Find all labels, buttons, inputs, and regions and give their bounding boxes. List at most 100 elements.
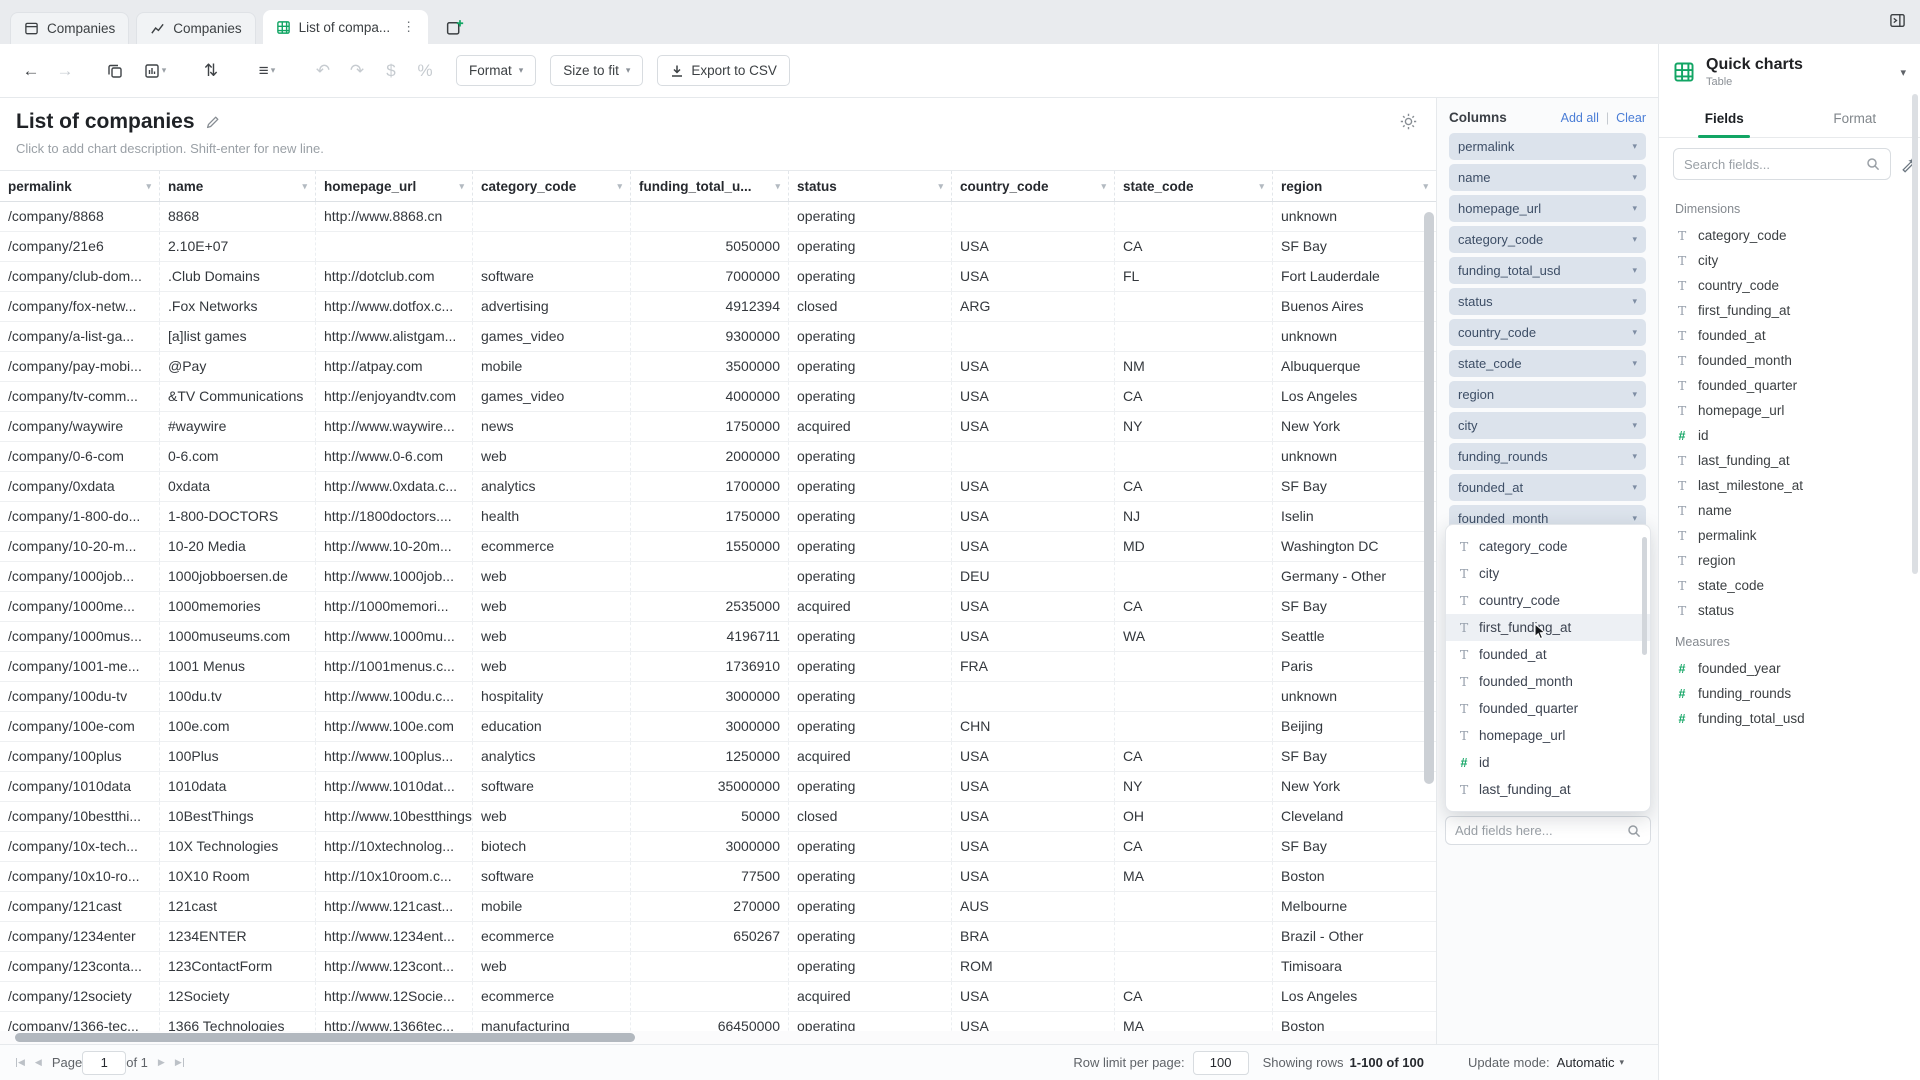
table-cell[interactable]: 3500000 [631, 352, 789, 381]
table-cell[interactable]: .Club Domains [160, 262, 316, 291]
table-cell[interactable]: http://atpay.com [316, 352, 473, 381]
table-cell[interactable]: /company/fox-netw... [0, 292, 160, 321]
field-item-name[interactable]: Tname [1659, 498, 1920, 523]
table-cell[interactable]: 121cast [160, 892, 316, 921]
table-cell[interactable]: http://10x10room.c... [316, 862, 473, 891]
table-cell[interactable]: 270000 [631, 892, 789, 921]
table-cell[interactable]: 3000000 [631, 712, 789, 741]
search-fields-input[interactable] [1684, 156, 1860, 172]
table-cell[interactable]: CA [1115, 982, 1273, 1011]
table-cell[interactable]: /company/1366-tec... [0, 1012, 160, 1031]
table-row[interactable]: /company/1234enter 1234ENTER http://www.12… [0, 922, 1436, 952]
dropdown-item-first_funding_at[interactable]: Tfirst_funding_at [1446, 614, 1650, 641]
table-cell[interactable]: http://www.121cast... [316, 892, 473, 921]
table-row[interactable]: /company/0xdata 0xdata http://www.0xdata.c… [0, 472, 1436, 502]
panel-toggle-button[interactable] [1889, 12, 1906, 29]
table-cell[interactable]: operating [789, 862, 952, 891]
table-cell[interactable]: SF Bay [1273, 832, 1436, 861]
table-cell[interactable] [1115, 202, 1273, 231]
table-cell[interactable] [473, 202, 631, 231]
table-cell[interactable]: USA [952, 982, 1115, 1011]
table-cell[interactable]: Cleveland [1273, 802, 1436, 831]
table-row[interactable]: /company/pay-mobi... @Pay http://atpay.com… [0, 352, 1436, 382]
field-item-funding_total_usd[interactable]: # funding_total_usd [1659, 706, 1920, 731]
table-cell[interactable]: 10BestThings [160, 802, 316, 831]
table-cell[interactable]: 8868 [160, 202, 316, 231]
table-cell[interactable]: operating [789, 1012, 952, 1031]
table-cell[interactable]: http://www.12Socie... [316, 982, 473, 1011]
table-row[interactable]: /company/tv-comm... &TV Communications htt… [0, 382, 1436, 412]
table-cell[interactable] [952, 442, 1115, 471]
table-cell[interactable]: /company/10x10-ro... [0, 862, 160, 891]
table-cell[interactable]: Boston [1273, 1012, 1436, 1031]
table-row[interactable]: /company/1010data 1010data http://www.1010… [0, 772, 1436, 802]
first-page-button[interactable]: ◀ [16, 1058, 25, 1067]
table-cell[interactable]: Fort Lauderdale [1273, 262, 1436, 291]
table-cell[interactable]: web [473, 562, 631, 591]
field-item-state_code[interactable]: Tstate_code [1659, 573, 1920, 598]
table-cell[interactable]: health [473, 502, 631, 531]
table-cell[interactable]: news [473, 412, 631, 441]
table-cell[interactable]: /company/1000mus... [0, 622, 160, 651]
dropdown-item-founded_at[interactable]: Tfounded_at [1446, 641, 1650, 668]
field-item-country_code[interactable]: Tcountry_code [1659, 273, 1920, 298]
field-item-founded_month[interactable]: Tfounded_month [1659, 348, 1920, 373]
table-cell[interactable]: software [473, 262, 631, 291]
table-cell[interactable]: http://www.1000job... [316, 562, 473, 591]
table-row[interactable]: /company/1-800-do... 1-800-DOCTORS http://… [0, 502, 1436, 532]
table-cell[interactable]: Los Angeles [1273, 382, 1436, 411]
table-cell[interactable]: acquired [789, 412, 952, 441]
table-cell[interactable]: AUS [952, 892, 1115, 921]
table-cell[interactable]: http://www.0xdata.c... [316, 472, 473, 501]
table-cell[interactable]: 1234ENTER [160, 922, 316, 951]
table-cell[interactable] [1115, 562, 1273, 591]
column-header-state_code[interactable]: state_code ▾ [1115, 171, 1273, 201]
sort-button[interactable]: ⇅ [194, 55, 228, 87]
table-cell[interactable]: web [473, 442, 631, 471]
table-cell[interactable]: Timisoara [1273, 952, 1436, 981]
dropdown-item-founded_quarter[interactable]: Tfounded_quarter [1446, 695, 1650, 722]
table-cell[interactable]: USA [952, 742, 1115, 771]
table-cell[interactable]: http://www.0-6.com [316, 442, 473, 471]
table-cell[interactable]: Buenos Aires [1273, 292, 1436, 321]
table-cell[interactable]: /company/8868 [0, 202, 160, 231]
table-cell[interactable]: 4000000 [631, 382, 789, 411]
table-cell[interactable]: Washington DC [1273, 532, 1436, 561]
table-cell[interactable]: 10-20 Media [160, 532, 316, 561]
undo-format-button[interactable]: ↶ [306, 55, 340, 87]
table-cell[interactable]: /company/12society [0, 982, 160, 1011]
table-cell[interactable]: New York [1273, 772, 1436, 801]
horizontal-scrollbar[interactable] [15, 1033, 635, 1042]
next-page-button[interactable]: ▶ [158, 1058, 165, 1067]
table-cell[interactable]: USA [952, 502, 1115, 531]
table-cell[interactable]: operating [789, 232, 952, 261]
column-chip-funding_rounds[interactable]: funding_rounds ▾ [1449, 443, 1646, 470]
table-cell[interactable]: ecommerce [473, 982, 631, 1011]
table-cell[interactable]: biotech [473, 832, 631, 861]
table-cell[interactable]: 1366 Technologies [160, 1012, 316, 1031]
table-cell[interactable]: USA [952, 772, 1115, 801]
table-row[interactable]: /company/100plus 100Plus http://www.100plu… [0, 742, 1436, 772]
table-cell[interactable]: 4196711 [631, 622, 789, 651]
column-menu-icon[interactable]: ▾ [302, 181, 307, 192]
table-cell[interactable] [1115, 892, 1273, 921]
column-header-category_code[interactable]: category_code ▾ [473, 171, 631, 201]
dropdown-item-id[interactable]: # id [1446, 749, 1650, 776]
field-item-last_funding_at[interactable]: Tlast_funding_at [1659, 448, 1920, 473]
table-row[interactable]: /company/club-dom... .Club Domains http://… [0, 262, 1436, 292]
table-cell[interactable]: web [473, 622, 631, 651]
table-cell[interactable]: USA [952, 412, 1115, 441]
table-cell[interactable]: software [473, 772, 631, 801]
table-cell[interactable] [631, 562, 789, 591]
size-to-fit-button[interactable]: Size to fit ▾ [550, 55, 644, 86]
table-cell[interactable]: USA [952, 352, 1115, 381]
table-cell[interactable]: USA [952, 832, 1115, 861]
add-view-button[interactable] [435, 10, 474, 44]
column-header-permalink[interactable]: permalink ▾ [0, 171, 160, 201]
dropdown-item-founded_month[interactable]: Tfounded_month [1446, 668, 1650, 695]
table-row[interactable]: /company/100e-com 100e.com http://www.100e… [0, 712, 1436, 742]
row-limit-input[interactable] [1192, 1050, 1249, 1075]
table-cell[interactable]: /company/waywire [0, 412, 160, 441]
table-cell[interactable] [1115, 292, 1273, 321]
table-cell[interactable]: MA [1115, 1012, 1273, 1031]
